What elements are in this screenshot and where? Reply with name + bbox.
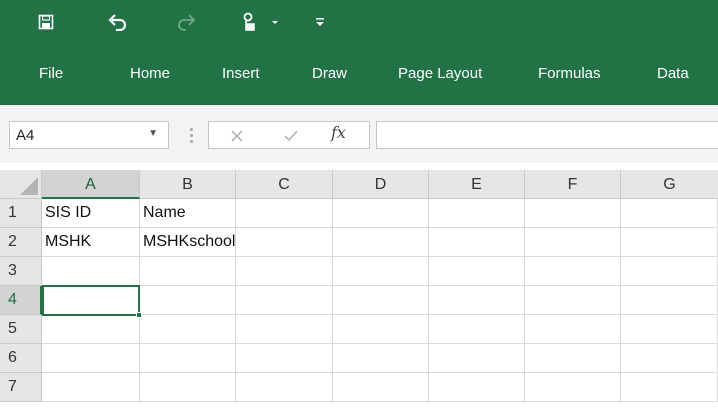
ribbon: File Home Insert Draw Page Layout Formul… bbox=[0, 0, 718, 105]
cell-e7[interactable] bbox=[429, 373, 525, 402]
cell-b5[interactable] bbox=[140, 315, 236, 344]
cell-f6[interactable] bbox=[525, 344, 621, 373]
row-header-1[interactable]: 1 bbox=[0, 199, 42, 228]
formula-bar: A4 ▼ fx bbox=[0, 105, 718, 163]
tab-file[interactable]: File bbox=[39, 62, 63, 86]
name-box[interactable]: A4 ▼ bbox=[9, 121, 169, 149]
cell-g2[interactable] bbox=[621, 228, 718, 257]
cell-g6[interactable] bbox=[621, 344, 718, 373]
formula-input[interactable] bbox=[376, 121, 718, 149]
cell-a1[interactable]: SIS ID bbox=[42, 199, 140, 228]
row-header-2[interactable]: 2 bbox=[0, 228, 42, 257]
column-header-e[interactable]: E bbox=[429, 170, 525, 199]
formula-bar-grip-icon[interactable] bbox=[190, 128, 194, 144]
cell-c1[interactable] bbox=[236, 199, 333, 228]
cell-d5[interactable] bbox=[333, 315, 429, 344]
row-header-4[interactable]: 4 bbox=[0, 286, 42, 315]
column-header-b[interactable]: B bbox=[140, 170, 236, 199]
cell-b7[interactable] bbox=[140, 373, 236, 402]
cell-d6[interactable] bbox=[333, 344, 429, 373]
column-header-c[interactable]: C bbox=[236, 170, 333, 199]
cell-d1[interactable] bbox=[333, 199, 429, 228]
name-box-value: A4 bbox=[16, 127, 35, 144]
worksheet-grid: A B C D E F G 1 2 3 4 5 6 7 SIS ID Name MS… bbox=[0, 170, 718, 411]
tab-insert[interactable]: Insert bbox=[222, 62, 260, 86]
cell-f2[interactable] bbox=[525, 228, 621, 257]
select-all-triangle-icon bbox=[20, 177, 38, 195]
cell-b1[interactable]: Name bbox=[140, 199, 236, 228]
cancel-icon[interactable] bbox=[223, 124, 251, 148]
save-icon[interactable] bbox=[34, 10, 58, 34]
cell-c6[interactable] bbox=[236, 344, 333, 373]
row-header-3[interactable]: 3 bbox=[0, 257, 42, 286]
chevron-down-icon[interactable]: ▼ bbox=[148, 128, 158, 139]
column-header-d[interactable]: D bbox=[333, 170, 429, 199]
cell-a2[interactable]: MSHK bbox=[42, 228, 140, 257]
cell-f5[interactable] bbox=[525, 315, 621, 344]
cell-b4[interactable] bbox=[140, 286, 236, 315]
cell-e2[interactable] bbox=[429, 228, 525, 257]
tab-page-layout[interactable]: Page Layout bbox=[398, 62, 482, 86]
tab-home[interactable]: Home bbox=[130, 62, 170, 86]
cell-a6[interactable] bbox=[42, 344, 140, 373]
cell-d3[interactable] bbox=[333, 257, 429, 286]
row-header-5[interactable]: 5 bbox=[0, 315, 42, 344]
cell-c4[interactable] bbox=[236, 286, 333, 315]
row-header-6[interactable]: 6 bbox=[0, 344, 42, 373]
cell-g5[interactable] bbox=[621, 315, 718, 344]
cell-e4[interactable] bbox=[429, 286, 525, 315]
formula-controls: fx bbox=[208, 121, 370, 149]
cell-f7[interactable] bbox=[525, 373, 621, 402]
enter-icon[interactable] bbox=[277, 124, 305, 148]
cell-d4[interactable] bbox=[333, 286, 429, 315]
cell-b3[interactable] bbox=[140, 257, 236, 286]
fill-handle[interactable] bbox=[136, 312, 142, 318]
cell-a7[interactable] bbox=[42, 373, 140, 402]
touch-mode-icon[interactable] bbox=[236, 10, 284, 34]
row-header-7[interactable]: 7 bbox=[0, 373, 42, 402]
cell-b6[interactable] bbox=[140, 344, 236, 373]
cell-c3[interactable] bbox=[236, 257, 333, 286]
cell-f1[interactable] bbox=[525, 199, 621, 228]
cell-e5[interactable] bbox=[429, 315, 525, 344]
cell-a3[interactable] bbox=[42, 257, 140, 286]
column-header-f[interactable]: F bbox=[525, 170, 621, 199]
cell-g1[interactable] bbox=[621, 199, 718, 228]
tab-formulas[interactable]: Formulas bbox=[538, 62, 601, 86]
cell-g7[interactable] bbox=[621, 373, 718, 402]
column-header-g[interactable]: G bbox=[621, 170, 718, 199]
customize-qat-icon[interactable] bbox=[312, 10, 328, 34]
quick-access-toolbar bbox=[0, 0, 718, 48]
cell-d7[interactable] bbox=[333, 373, 429, 402]
cell-d2[interactable] bbox=[333, 228, 429, 257]
cell-c7[interactable] bbox=[236, 373, 333, 402]
select-all-button[interactable] bbox=[0, 170, 42, 199]
cell-f4[interactable] bbox=[525, 286, 621, 315]
cell-f3[interactable] bbox=[525, 257, 621, 286]
cell-g3[interactable] bbox=[621, 257, 718, 286]
undo-icon[interactable] bbox=[104, 10, 130, 34]
active-cell-selection[interactable] bbox=[42, 285, 142, 318]
tab-draw[interactable]: Draw bbox=[312, 62, 347, 86]
cell-g4[interactable] bbox=[621, 286, 718, 315]
redo-icon[interactable] bbox=[174, 10, 200, 34]
column-header-a[interactable]: A bbox=[42, 170, 140, 199]
cell-a5[interactable] bbox=[42, 315, 140, 344]
cell-e6[interactable] bbox=[429, 344, 525, 373]
cell-e1[interactable] bbox=[429, 199, 525, 228]
cell-e3[interactable] bbox=[429, 257, 525, 286]
cell-c5[interactable] bbox=[236, 315, 333, 344]
cell-c2[interactable] bbox=[236, 228, 333, 257]
cell-b2[interactable]: MSHKschool bbox=[140, 228, 236, 257]
tab-data[interactable]: Data bbox=[657, 62, 689, 86]
insert-function-button[interactable]: fx bbox=[331, 123, 346, 142]
